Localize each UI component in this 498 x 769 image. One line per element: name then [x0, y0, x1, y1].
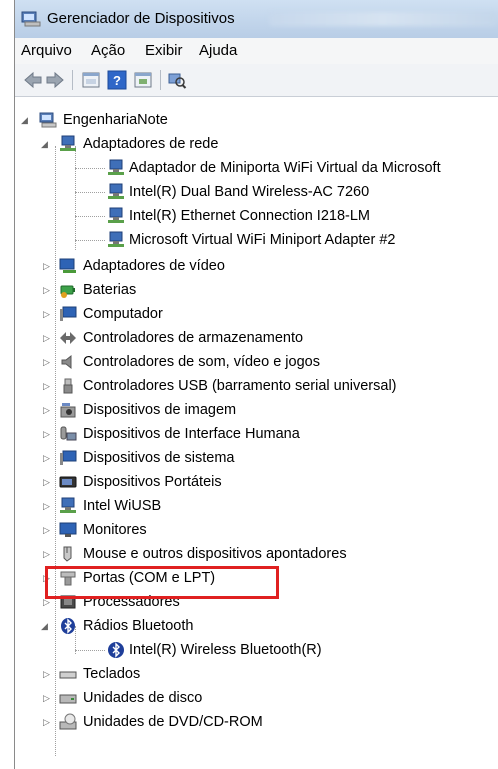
tree-node-label: Mouse e outros dispositivos apontadores — [83, 546, 347, 562]
usb-plug-icon — [63, 378, 73, 394]
expand-arrow-icon[interactable]: ▷ — [43, 334, 52, 343]
menu-arquivo[interactable]: Arquivo — [21, 42, 72, 59]
network-adapter-icon — [108, 159, 124, 175]
expand-arrow-icon[interactable]: ▷ — [43, 718, 52, 727]
portable-device-icon — [59, 476, 77, 488]
expand-arrow-icon[interactable]: ▷ — [43, 526, 52, 535]
computer-icon — [39, 112, 57, 128]
tree-node-label: Dispositivos de sistema — [83, 450, 235, 466]
scan-hardware-icon[interactable] — [167, 70, 187, 90]
device-manager-window: Gerenciador de Dispositivos Arquivo Ação… — [14, 0, 498, 769]
collapse-arrow-icon[interactable]: ◢ — [41, 140, 50, 149]
tree-node-label: Adaptadores de rede — [83, 136, 219, 152]
storage-controller-icon — [60, 332, 76, 344]
network-adapter-icon — [60, 135, 76, 151]
battery-icon — [60, 285, 75, 298]
tree-line — [75, 216, 105, 217]
hid-icon — [60, 426, 77, 441]
device-label: Intel(R) Dual Band Wireless-AC 7260 — [129, 184, 370, 200]
device-label: Intel(R) Wireless Bluetooth(R) — [129, 642, 322, 658]
expand-arrow-icon[interactable]: ▷ — [43, 550, 52, 559]
toolbar-separator — [72, 70, 73, 90]
collapse-arrow-icon[interactable]: ◢ — [41, 622, 50, 631]
bluetooth-icon — [61, 618, 75, 634]
expand-arrow-icon[interactable]: ▷ — [43, 286, 52, 295]
collapse-arrow-icon[interactable]: ◢ — [21, 116, 30, 125]
tree-node-label: Computador — [83, 306, 163, 322]
expand-arrow-icon[interactable]: ▷ — [43, 454, 52, 463]
expand-arrow-icon[interactable]: ▷ — [43, 502, 52, 511]
tree-node-label: Monitores — [83, 522, 147, 538]
speaker-icon — [61, 354, 72, 370]
expand-arrow-icon[interactable]: ▷ — [43, 262, 52, 271]
toolbar-separator — [160, 70, 161, 90]
computer-icon — [60, 306, 77, 321]
blurred-title-text — [269, 12, 497, 26]
expand-arrow-icon[interactable]: ▷ — [43, 406, 52, 415]
tree-line — [75, 650, 105, 651]
properties-icon[interactable] — [81, 70, 101, 90]
menu-acao[interactable]: Ação — [91, 42, 125, 59]
window-title: Gerenciador de Dispositivos — [47, 10, 235, 27]
device-label: Adaptador de Miniporta WiFi Virtual da M… — [129, 160, 441, 176]
expand-arrow-icon[interactable]: ▷ — [43, 598, 52, 607]
tree-node-label: Controladores USB (barramento serial uni… — [83, 378, 397, 394]
device-tree: ◢ EngenhariaNote ◢ Adaptadores de rede A… — [21, 104, 497, 764]
tree-line — [75, 240, 105, 241]
update-driver-icon[interactable] — [133, 70, 153, 90]
disk-drive-icon — [59, 694, 77, 704]
network-adapter-icon — [108, 183, 124, 199]
tree-node-label: Dispositivos Portáteis — [83, 474, 222, 490]
tree-line — [75, 192, 105, 193]
monitor-icon — [59, 522, 77, 537]
tree-line — [75, 168, 105, 169]
display-adapter-icon — [59, 258, 76, 273]
tree-node-label: Teclados — [83, 666, 141, 682]
tree-node-label: Unidades de disco — [83, 690, 203, 706]
tree-line — [75, 146, 76, 250]
expand-arrow-icon[interactable]: ▷ — [43, 310, 52, 319]
tree-node-label: Dispositivos de Interface Humana — [83, 426, 300, 442]
bluetooth-device-icon — [108, 642, 124, 658]
camera-icon — [60, 403, 76, 418]
expand-arrow-icon[interactable]: ▷ — [43, 670, 52, 679]
dvd-drive-icon — [59, 713, 77, 730]
title-bar[interactable]: Gerenciador de Dispositivos — [15, 0, 498, 39]
back-arrow-icon[interactable] — [23, 70, 43, 90]
menu-exibir[interactable]: Exibir — [145, 42, 183, 59]
device-manager-icon — [21, 11, 41, 27]
device-label: Intel(R) Ethernet Connection I218-LM — [129, 208, 370, 224]
help-icon[interactable]: ? — [107, 70, 127, 90]
tree-node-label: Controladores de som, vídeo e jogos — [83, 354, 320, 370]
network-adapter-icon — [60, 497, 76, 513]
tree-line — [55, 146, 56, 756]
tree-node-label: Dispositivos de imagem — [83, 402, 237, 418]
tree-node-label: Controladores de armazenamento — [83, 330, 304, 346]
network-adapter-icon — [108, 207, 124, 223]
keyboard-icon — [59, 671, 77, 679]
menu-bar: Arquivo Ação Exibir Ajuda — [15, 38, 498, 65]
system-devices-icon — [60, 450, 77, 465]
ports-highlight-box — [45, 566, 279, 599]
mouse-icon — [63, 546, 72, 562]
expand-arrow-icon[interactable]: ▷ — [43, 358, 52, 367]
network-adapter-icon — [108, 231, 124, 247]
tree-node-label: Baterias — [83, 282, 137, 298]
tree-node-label: Adaptadores de vídeo — [83, 258, 225, 274]
tree-node-label: Intel WiUSB — [83, 498, 162, 514]
expand-arrow-icon[interactable]: ▷ — [43, 430, 52, 439]
expand-arrow-icon[interactable]: ▷ — [43, 478, 52, 487]
expand-arrow-icon[interactable]: ▷ — [43, 694, 52, 703]
device-label: Microsoft Virtual WiFi Miniport Adapter … — [129, 232, 396, 248]
menu-ajuda[interactable]: Ajuda — [199, 42, 237, 59]
tree-root-label: EngenhariaNote — [63, 112, 168, 128]
tree-node-label: Unidades de DVD/CD-ROM — [83, 714, 263, 730]
svg-text:?: ? — [113, 73, 121, 88]
toolbar: ? — [15, 64, 498, 97]
expand-arrow-icon[interactable]: ▷ — [43, 382, 52, 391]
tree-node-label: Rádios Bluetooth — [83, 618, 194, 634]
forward-arrow-icon[interactable] — [45, 70, 65, 90]
